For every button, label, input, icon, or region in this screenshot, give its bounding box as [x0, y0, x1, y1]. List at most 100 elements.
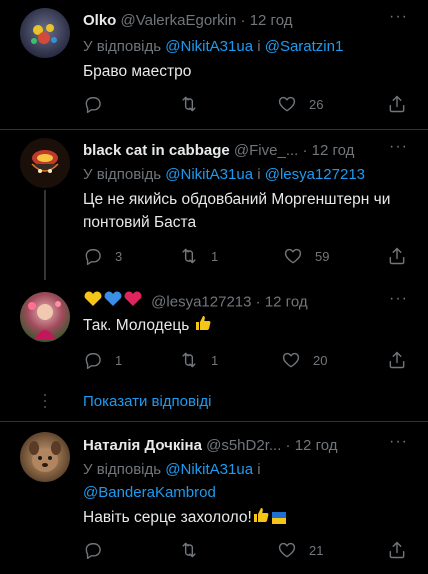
tweet-text-content: Навіть серце захололо! [83, 509, 252, 526]
retweet-count: 1 [211, 352, 219, 368]
retweet-count: 1 [211, 248, 219, 264]
like-button[interactable]: 20 [281, 348, 327, 372]
reply-button[interactable]: 1 [83, 348, 122, 372]
tweet-3[interactable]: @lesya127213 · 12 год ··· Так. Молодець … [0, 282, 428, 382]
mention-link[interactable]: @NikitA31ua [165, 38, 253, 55]
like-icon [281, 350, 301, 370]
share-icon [387, 350, 407, 370]
action-bar: 1 1 20 [83, 348, 411, 372]
mention-link[interactable]: @Saratzin1 [265, 38, 344, 55]
like-icon [277, 94, 297, 114]
like-button[interactable]: 21 [277, 538, 323, 562]
reply-icon [83, 94, 103, 114]
tweet-text: Так. Молодець [83, 314, 408, 339]
like-icon [283, 246, 303, 266]
tweet-header: Olko @ValerkaEgorkin · 12 год [83, 10, 408, 32]
reply-icon [83, 246, 103, 266]
thumbs-up-icon [252, 506, 270, 531]
avatar[interactable] [20, 8, 70, 58]
mention-joiner: і [253, 461, 261, 478]
reply-prefix: У відповідь [83, 38, 166, 55]
reply-context-continued: @BanderaKambrod [83, 482, 216, 504]
mention-link[interactable]: @NikitA31ua [165, 166, 253, 183]
timestamp[interactable]: 12 год [265, 293, 308, 310]
retweet-icon [179, 246, 199, 266]
user-handle[interactable]: @s5hD2r... [206, 437, 281, 454]
user-handle[interactable]: @ValerkaEgorkin [121, 12, 237, 29]
tweet-4[interactable]: Наталія Дочкіна @s5hD2r... · 12 год ··· … [0, 422, 428, 574]
reply-context: У відповідь @NikitA31ua і @lesya127213 [83, 164, 365, 186]
more-icon[interactable]: ··· [389, 8, 408, 26]
like-count: 20 [313, 352, 328, 368]
mention-link[interactable]: @lesya127213 [265, 166, 365, 183]
display-name[interactable]: black cat in cabbage [83, 142, 230, 159]
separator-dot: · [240, 12, 246, 29]
display-name[interactable] [83, 290, 147, 312]
like-icon [277, 540, 297, 560]
avatar-image [31, 24, 57, 44]
display-name[interactable]: Наталія Дочкіна [83, 437, 202, 454]
mention-joiner: і [253, 166, 265, 183]
tweet-1[interactable]: Olko @ValerkaEgorkin · 12 год ··· У відп… [0, 0, 428, 128]
like-button[interactable]: 59 [283, 244, 329, 268]
action-bar: 21 [83, 538, 411, 562]
like-button[interactable]: 26 [277, 92, 323, 116]
user-handle[interactable]: @Five_... [234, 142, 298, 159]
separator-dot: · [255, 293, 261, 311]
timestamp[interactable]: 12 год [312, 142, 355, 159]
share-icon [387, 246, 407, 266]
mention-link[interactable]: @BanderaKambrod [83, 484, 216, 501]
retweet-button[interactable]: 1 [179, 348, 218, 372]
action-bar: 3 1 59 [83, 244, 411, 268]
more-icon[interactable]: ··· [389, 433, 408, 451]
like-count: 21 [309, 542, 324, 558]
thread-ellipsis [43, 390, 47, 412]
reply-prefix: У відповідь [83, 461, 166, 478]
display-name[interactable]: Olko [83, 12, 116, 29]
tweet-text: Це не якийсь обдовбаний Моргенштерн чи п… [83, 191, 391, 231]
show-replies-link[interactable]: Показати відповіді [83, 391, 211, 413]
user-handle[interactable]: @lesya127213 [151, 293, 251, 310]
reply-count: 1 [115, 352, 123, 368]
tweet-text: Навіть серце захололо! [83, 506, 408, 531]
avatar-image [31, 150, 59, 173]
tweet-2[interactable]: black cat in cabbage @Five_... · 12 год … [0, 130, 428, 280]
reply-context: У відповідь @NikitA31ua і @Saratzin1 [83, 36, 343, 58]
like-count: 59 [315, 248, 330, 264]
avatar[interactable] [20, 432, 70, 482]
share-button[interactable] [387, 244, 407, 268]
share-icon [387, 94, 407, 114]
retweet-icon [179, 350, 199, 370]
avatar-image [28, 301, 61, 340]
retweet-button[interactable] [179, 92, 211, 116]
more-icon[interactable]: ··· [389, 138, 408, 156]
mention-link[interactable]: @NikitA31ua [165, 461, 253, 478]
more-icon[interactable]: ··· [389, 290, 408, 308]
tweet-text: Браво маестро [83, 63, 192, 80]
separator-dot: · [285, 437, 291, 454]
retweet-button[interactable]: 1 [179, 244, 218, 268]
reply-button[interactable] [83, 538, 115, 562]
mention-joiner: і [253, 38, 265, 55]
retweet-icon [179, 540, 199, 560]
thread-line [44, 190, 46, 280]
retweet-button[interactable] [179, 538, 211, 562]
reply-button[interactable] [83, 92, 115, 116]
reply-context: У відповідь @NikitA31ua і [83, 459, 261, 481]
share-button[interactable] [387, 348, 407, 372]
ukraine-flag-icon [271, 511, 286, 524]
share-button[interactable] [387, 538, 407, 562]
avatar-image [29, 441, 61, 472]
reply-prefix: У відповідь [83, 166, 166, 183]
avatar[interactable] [20, 292, 70, 342]
thumbs-up-icon [194, 314, 212, 339]
tweet-header: black cat in cabbage @Five_... · 12 год [83, 140, 408, 162]
reply-count: 3 [115, 248, 123, 264]
share-button[interactable] [387, 92, 407, 116]
avatar[interactable] [20, 138, 70, 188]
like-count: 26 [309, 96, 324, 112]
timestamp[interactable]: 12 год [295, 437, 338, 454]
retweet-icon [179, 94, 199, 114]
reply-button[interactable]: 3 [83, 244, 122, 268]
timestamp[interactable]: 12 год [250, 12, 293, 29]
